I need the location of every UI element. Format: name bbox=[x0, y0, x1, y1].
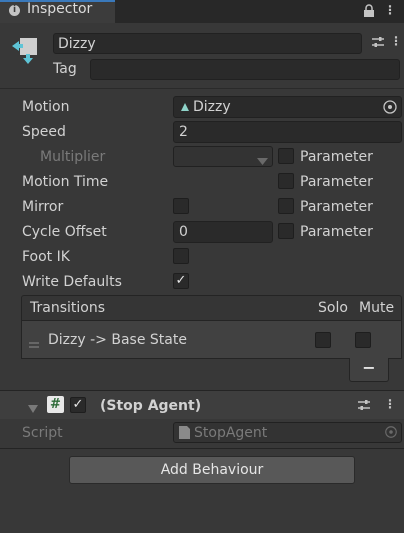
transitions-header: Transitions Solo Mute bbox=[21, 295, 402, 321]
motion-time-parameter-label: Parameter bbox=[300, 174, 373, 190]
tag-label: Tag bbox=[53, 61, 77, 77]
mirror-label: Mirror bbox=[22, 199, 64, 215]
checkmark-icon: ✓ bbox=[175, 273, 187, 288]
object-name-text: Dizzy bbox=[58, 36, 96, 52]
object-picker-icon[interactable] bbox=[382, 99, 398, 119]
mirror-checkbox[interactable] bbox=[173, 198, 189, 214]
component-enabled-checkbox[interactable]: ✓ bbox=[70, 397, 86, 413]
foot-ik-checkbox[interactable] bbox=[173, 248, 189, 264]
multiplier-label: Multiplier bbox=[40, 149, 106, 165]
drag-handle-icon[interactable] bbox=[29, 336, 39, 352]
transitions-list: Dizzy -> Base State bbox=[21, 321, 402, 359]
lock-icon[interactable] bbox=[363, 4, 375, 20]
script-field: StopAgent bbox=[173, 422, 402, 443]
object-name-input[interactable]: Dizzy bbox=[53, 33, 362, 54]
component-title: (Stop Agent) bbox=[100, 398, 202, 414]
motion-time-label: Motion Time bbox=[22, 174, 109, 190]
cycle-offset-parameter-checkbox[interactable] bbox=[278, 223, 294, 239]
component-menu-icon[interactable]: ⋮ bbox=[384, 397, 396, 411]
object-menu-icon[interactable]: ⋮ bbox=[390, 34, 402, 48]
script-picker-icon bbox=[384, 425, 398, 443]
info-icon: i bbox=[9, 5, 20, 16]
tag-input[interactable] bbox=[90, 59, 400, 80]
list-item[interactable]: Dizzy -> Base State bbox=[22, 325, 401, 355]
multiplier-parameter-label: Parameter bbox=[300, 149, 373, 165]
animator-state-icon bbox=[9, 34, 41, 70]
motion-value: Dizzy bbox=[193, 99, 231, 115]
motion-label: Motion bbox=[22, 99, 70, 115]
transition-mute-checkbox[interactable] bbox=[355, 332, 371, 348]
script-file-icon bbox=[179, 426, 190, 443]
checkmark-icon: ✓ bbox=[72, 397, 84, 412]
speed-label: Speed bbox=[22, 124, 66, 140]
write-defaults-checkbox[interactable]: ✓ bbox=[173, 273, 189, 289]
motion-clip-icon bbox=[179, 100, 191, 116]
foldout-arrow-icon[interactable] bbox=[28, 401, 38, 417]
script-hash-icon: # bbox=[47, 396, 64, 413]
chevron-down-icon bbox=[257, 153, 268, 169]
motion-time-parameter-checkbox[interactable] bbox=[278, 173, 294, 189]
header-divider bbox=[0, 88, 404, 89]
kebab-menu-icon[interactable]: ⋮ bbox=[384, 3, 396, 17]
solo-column-label: Solo bbox=[318, 300, 348, 316]
motion-field[interactable]: Dizzy bbox=[173, 96, 402, 118]
mute-column-label: Mute bbox=[359, 300, 395, 316]
transition-label: Dizzy -> Base State bbox=[48, 332, 187, 348]
multiplier-parameter-checkbox[interactable] bbox=[278, 148, 294, 164]
tab-inspector-label: Inspector bbox=[27, 1, 93, 17]
script-value: StopAgent bbox=[194, 425, 268, 441]
multiplier-dropdown[interactable] bbox=[173, 146, 273, 167]
remove-transition-button[interactable]: − bbox=[349, 358, 389, 382]
component-preset-icon[interactable] bbox=[357, 398, 371, 415]
script-label: Script bbox=[22, 425, 63, 441]
transition-solo-checkbox[interactable] bbox=[315, 332, 331, 348]
cycle-offset-value: 0 bbox=[179, 224, 188, 240]
write-defaults-label: Write Defaults bbox=[22, 274, 122, 290]
cycle-offset-label: Cycle Offset bbox=[22, 224, 107, 240]
speed-value: 2 bbox=[179, 124, 188, 140]
transitions-title: Transitions bbox=[30, 300, 105, 316]
preset-icon[interactable] bbox=[371, 35, 385, 52]
add-behaviour-button[interactable]: Add Behaviour bbox=[69, 456, 355, 484]
mirror-parameter-label: Parameter bbox=[300, 199, 373, 215]
cycle-offset-input[interactable]: 0 bbox=[173, 221, 273, 243]
speed-input[interactable]: 2 bbox=[173, 121, 402, 143]
bottom-divider bbox=[0, 448, 404, 449]
mirror-parameter-checkbox[interactable] bbox=[278, 198, 294, 214]
cycle-offset-parameter-label: Parameter bbox=[300, 224, 373, 240]
foot-ik-label: Foot IK bbox=[22, 249, 70, 265]
